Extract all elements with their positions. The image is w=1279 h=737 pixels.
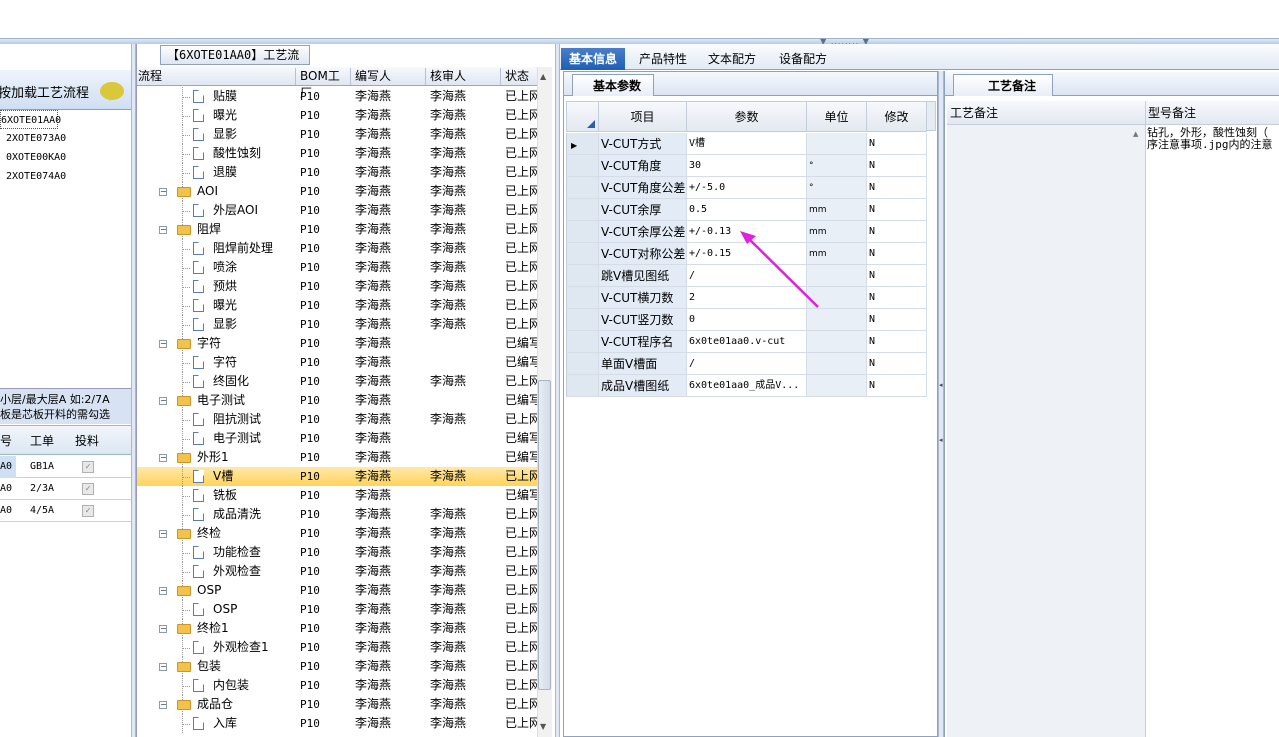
annotation-arrow-icon	[740, 231, 819, 308]
